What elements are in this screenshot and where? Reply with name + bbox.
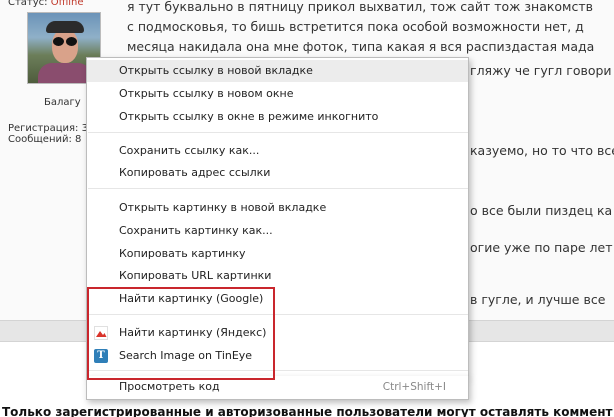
highlight-annotation <box>87 287 275 380</box>
menu-open-link-new-window[interactable]: Открыть ссылку в новом окне <box>87 83 468 105</box>
status-label: Статус: <box>8 0 48 8</box>
status-value: Offline <box>50 0 84 8</box>
menu-save-image-as[interactable]: Сохранить картинку как... <box>87 220 468 242</box>
menu-open-link-incognito[interactable]: Открыть ссылку в окне в режиме инкогнито <box>87 106 468 128</box>
menu-copy-image[interactable]: Копировать картинку <box>87 243 468 265</box>
post-line-fragment: о все были пиздец ка <box>470 203 613 218</box>
menu-separator <box>88 188 468 189</box>
post-line-fragment: казуемо, но то что все <box>470 143 614 158</box>
post-line-2: с подмосковья, то бишь встретится пока о… <box>127 19 584 34</box>
menu-separator <box>88 132 468 133</box>
menu-view-source-label: Просмотреть код <box>119 380 220 393</box>
post-line-1: я тут буквально в пятницу прикол выхвати… <box>127 0 594 14</box>
menu-open-link-new-tab[interactable]: Открыть ссылку в новой вкладке <box>87 60 468 82</box>
post-line-fragment: огие уже по паре лет <box>470 240 613 255</box>
message-count: Сообщений: 8 <box>8 134 82 145</box>
user-status: Статус: Offline <box>8 0 84 8</box>
registration-date: Регистрация: 3 <box>8 123 88 134</box>
post-line-3: месяца накидала она мне фоток, типа кака… <box>127 39 595 54</box>
username[interactable]: Балагу <box>44 97 81 108</box>
post-line-fragment: гляжу че гугл говори <box>470 63 612 78</box>
menu-copy-link-address[interactable]: Копировать адрес ссылки <box>87 162 468 184</box>
post-line-fragment: в гугле, и лучше все <box>470 292 606 307</box>
menu-save-link-as[interactable]: Сохранить ссылку как... <box>87 140 468 162</box>
comment-login-notice: Только зарегистрированные и авторизованн… <box>2 405 613 417</box>
view-source-shortcut: Ctrl+Shift+I <box>382 381 446 393</box>
menu-open-image-new-tab[interactable]: Открыть картинку в новой вкладке <box>87 197 468 219</box>
menu-copy-image-url[interactable]: Копировать URL картинки <box>87 265 468 287</box>
